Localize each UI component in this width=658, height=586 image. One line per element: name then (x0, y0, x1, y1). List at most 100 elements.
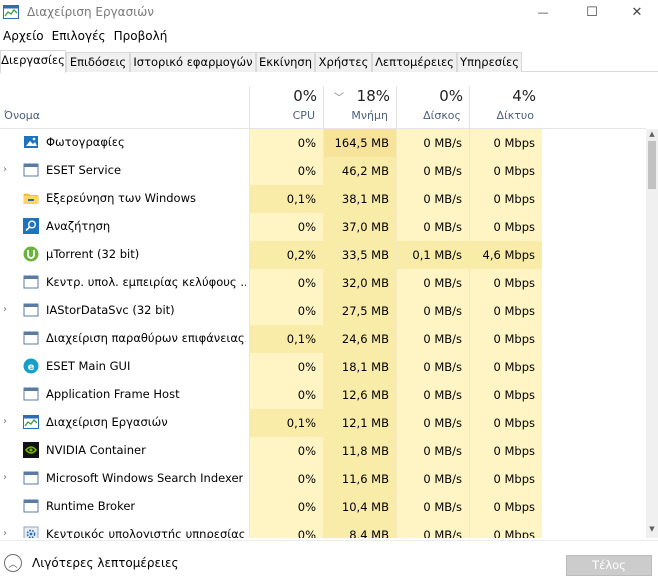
process-row[interactable]: › IAStorDataSvc (32 bit) 0% 27,5 MB 0 MB/s 0 … (0, 297, 646, 325)
process-row[interactable]: Runtime Broker 0% 10,4 MB 0 MB/s 0 Mbps (0, 493, 646, 521)
footer-bar: ︿ Λιγότερες λεπτομέρειες Τέλος εργασίας (0, 540, 658, 586)
column-network-header[interactable]: 4% Δίκτυο (469, 86, 542, 128)
process-memory-value: 12,1 MB (323, 409, 396, 437)
process-name: Εξερεύνηση των Windows (46, 191, 196, 205)
process-network-value: 4,6 Mbps (469, 241, 542, 269)
column-header: Όνομα 0% CPU ﹀ 18% Μνήμη 0% Δίσκος 4% Δί… (0, 86, 646, 129)
service-window-icon (23, 330, 39, 346)
process-row[interactable]: › ESET Service 0% 46,2 MB 0 MB/s 0 Mbps (0, 157, 646, 185)
gear-icon (23, 526, 39, 538)
process-network-value: 0 Mbps (469, 493, 542, 521)
process-cpu-value: 0% (249, 353, 323, 381)
process-cpu-value: 0,1% (249, 325, 323, 353)
process-disk-value: 0 MB/s (396, 129, 469, 157)
scroll-up-arrow-icon[interactable]: ▲ (648, 130, 656, 138)
menu-bar: Αρχείο Επιλογές Προβολή (0, 27, 172, 47)
process-list: Φωτογραφίες 0% 164,5 MB 0 MB/s 0 Mbps › ESET S… (0, 129, 646, 538)
process-disk-value: 0 MB/s (396, 437, 469, 465)
process-name: Microsoft Windows Search Indexer (46, 471, 244, 485)
tab-performance[interactable]: Επιδόσεις (66, 52, 130, 72)
process-row[interactable]: › Microsoft Windows Search Indexer 0% 11,6 … (0, 465, 646, 493)
process-memory-value: 11,8 MB (323, 437, 396, 465)
column-cpu-header[interactable]: 0% CPU (249, 86, 323, 128)
process-memory-value: 32,0 MB (323, 269, 396, 297)
process-memory-value: 12,6 MB (323, 381, 396, 409)
process-memory-value: 46,2 MB (323, 157, 396, 185)
end-task-button[interactable]: Τέλος εργασίας (566, 555, 652, 586)
process-memory-value: 38,1 MB (323, 185, 396, 213)
tab-details[interactable]: Λεπτομέρειες (372, 52, 457, 72)
menu-file[interactable]: Αρχείο (0, 27, 47, 47)
process-row[interactable]: Application Frame Host 0% 12,6 MB 0 MB/s 0 M… (0, 381, 646, 409)
expand-chevron-right-icon[interactable]: › (3, 472, 13, 484)
process-disk-value: 0 MB/s (396, 325, 469, 353)
process-disk-value: 0 MB/s (396, 157, 469, 185)
process-row[interactable]: e ESET Main GUI 0% 18,1 MB 0 MB/s 0 Mbps (0, 353, 646, 381)
expand-chevron-right-icon[interactable]: › (3, 528, 13, 538)
process-name: Φωτογραφίες (46, 135, 125, 149)
svg-text:e: e (28, 362, 35, 373)
photos-icon (23, 134, 39, 150)
process-name: Κεντρικός υπολογιστής υπηρεσίας... (46, 527, 246, 538)
process-name: µTorrent (32 bit) (46, 247, 140, 261)
process-cpu-value: 0% (249, 157, 323, 185)
tab-startup[interactable]: Εκκίνηση (256, 52, 315, 72)
expand-chevron-right-icon[interactable]: › (3, 416, 13, 428)
disk-label: Δίσκος (423, 109, 461, 122)
process-row[interactable]: › Κεντρικός υπολογιστής υπηρεσίας... 0% 8,4… (0, 521, 646, 538)
cpu-total: 0% (293, 87, 317, 105)
process-disk-value: 0,1 MB/s (396, 241, 469, 269)
process-row[interactable]: Κεντρ. υπολ. εμπειρίας κελύφους ... 0% 32,… (0, 269, 646, 297)
process-network-value: 0 Mbps (469, 465, 542, 493)
process-memory-value: 11,6 MB (323, 465, 396, 493)
process-row[interactable]: Αναζήτηση 0% 37,0 MB 0 MB/s 0 Mbps (0, 213, 646, 241)
service-window-icon (23, 498, 39, 514)
menu-options[interactable]: Επιλογές (49, 27, 109, 47)
tab-users[interactable]: Χρήστες (315, 52, 372, 72)
process-cpu-value: 0% (249, 297, 323, 325)
process-row[interactable]: Διαχείριση παραθύρων επιφάνειας... 0,1% 24… (0, 325, 646, 353)
process-network-value: 0 Mbps (469, 437, 542, 465)
process-row[interactable]: NVIDIA Container 0% 11,8 MB 0 MB/s 0 Mbps (0, 437, 646, 465)
process-row[interactable]: Εξερεύνηση των Windows 0,1% 38,1 MB 0 MB/s 0… (0, 185, 646, 213)
process-memory-value: 24,6 MB (323, 325, 396, 353)
process-row[interactable]: Φωτογραφίες 0% 164,5 MB 0 MB/s 0 Mbps (0, 129, 646, 157)
scroll-thumb[interactable] (648, 141, 656, 189)
folder-icon (23, 190, 39, 206)
service-window-icon (23, 302, 39, 318)
menu-view[interactable]: Προβολή (111, 27, 171, 47)
process-cpu-value: 0% (249, 213, 323, 241)
process-name: Διαχείριση Εργασιών (46, 415, 168, 429)
process-name: Κεντρ. υπολ. εμπειρίας κελύφους ... (46, 275, 246, 289)
column-name-header[interactable]: Όνομα (4, 109, 40, 122)
sort-chevron-down-icon: ﹀ (334, 93, 344, 104)
service-window-icon (23, 386, 39, 402)
maximize-icon: ☐ (586, 5, 598, 20)
expand-chevron-right-icon[interactable]: › (3, 304, 13, 316)
expand-chevron-right-icon[interactable]: › (3, 164, 13, 176)
chevron-up-circle-icon: ︿ (4, 554, 22, 572)
scroll-down-arrow-icon[interactable]: ▼ (648, 525, 656, 533)
column-disk-header[interactable]: 0% Δίσκος (396, 86, 469, 128)
process-memory-value: 10,4 MB (323, 493, 396, 521)
process-row[interactable]: µTorrent (32 bit) 0,2% 33,5 MB 0,1 MB/s 4,6 … (0, 241, 646, 269)
tab-services[interactable]: Υπηρεσίες (457, 52, 522, 72)
column-memory-header[interactable]: ﹀ 18% Μνήμη (323, 86, 396, 128)
process-cpu-value: 0,2% (249, 241, 323, 269)
minimize-button[interactable]: — (520, 0, 566, 25)
service-window-icon (23, 162, 39, 178)
search-app-icon (23, 218, 39, 234)
utorrent-icon (23, 246, 39, 262)
tab-app-history[interactable]: Ιστορικό εφαρμογών (130, 52, 256, 72)
tab-processes[interactable]: Διεργασίες (0, 50, 66, 73)
process-name: Application Frame Host (46, 387, 180, 401)
maximize-button[interactable]: ☐ (569, 0, 615, 25)
process-cpu-value: 0% (249, 129, 323, 157)
process-cpu-value: 0% (249, 493, 323, 521)
minimize-icon: — (537, 6, 549, 19)
vertical-scrollbar[interactable]: ▲ ▼ (646, 129, 658, 538)
close-button[interactable]: ✕ (614, 0, 658, 25)
process-row[interactable]: › Διαχείριση Εργασιών 0,1% 12,1 MB 0 MB/s 0 M… (0, 409, 646, 437)
cpu-label: CPU (292, 109, 315, 122)
fewer-details-button[interactable]: ︿ Λιγότερες λεπτομέρειες (4, 554, 179, 572)
